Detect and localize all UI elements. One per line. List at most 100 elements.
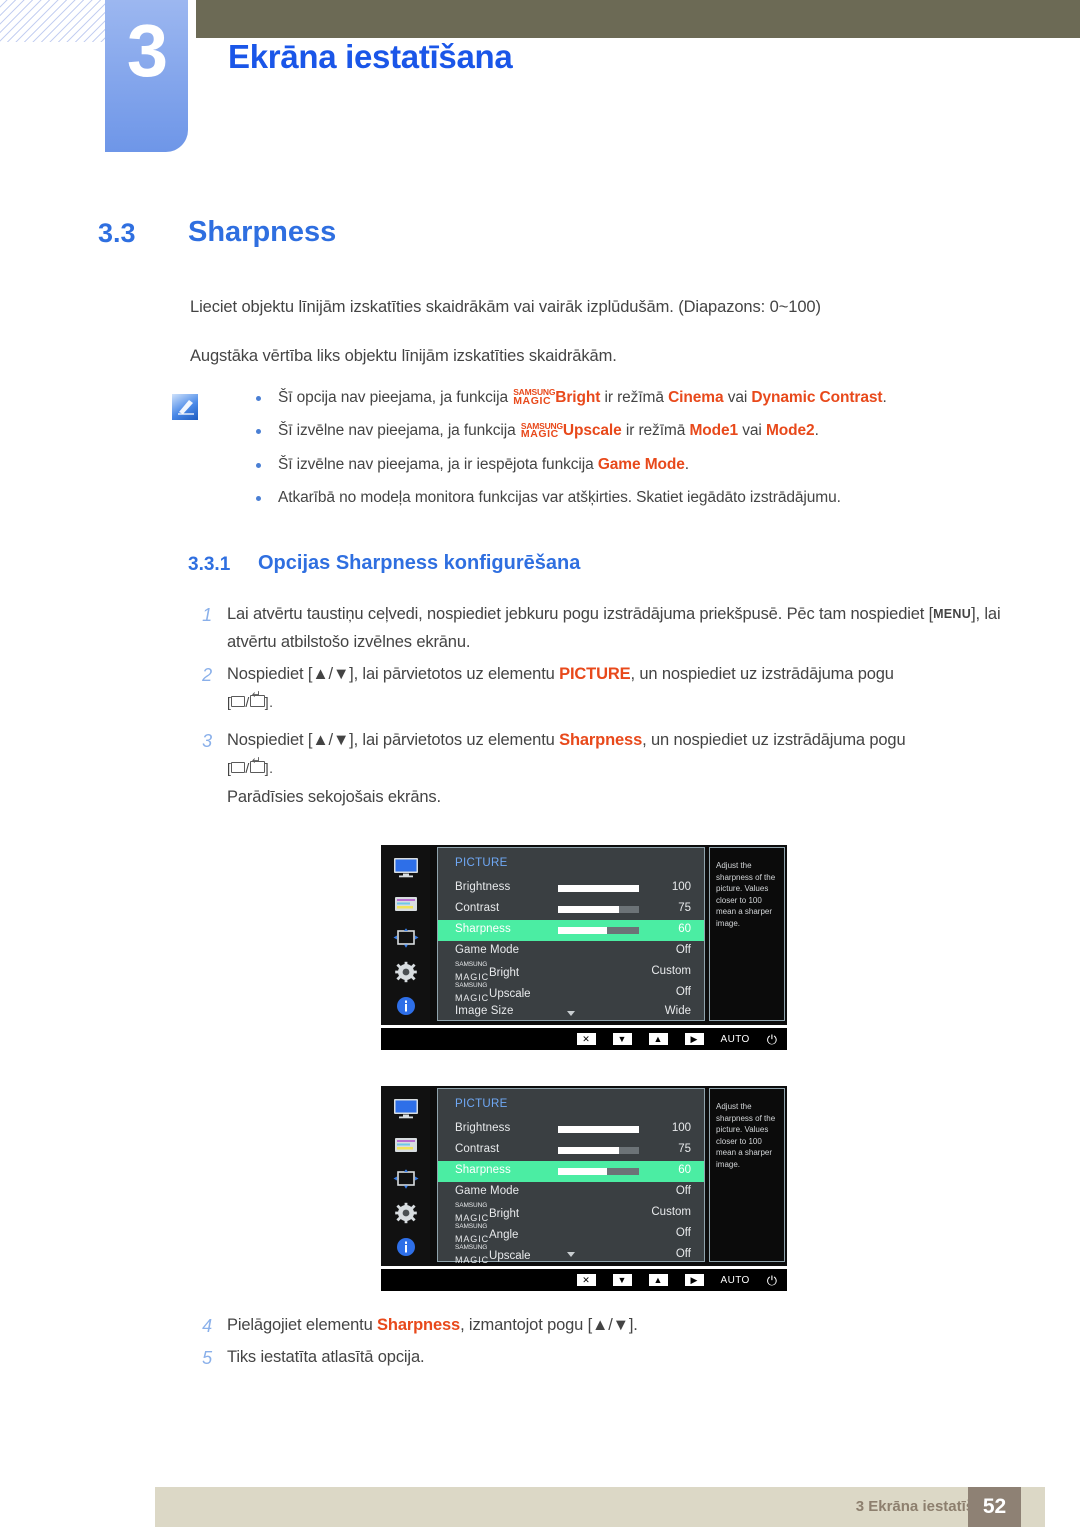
- samsung-magic-logo: SAMSUNG MAGICUpscale: [455, 1244, 531, 1266]
- down-arrow-icon[interactable]: ▼: [612, 1033, 632, 1045]
- osd-row-value: 75: [678, 1143, 691, 1155]
- step-text-b: , izmantojot pogu [▲/▼].: [460, 1316, 638, 1334]
- keyword-mode1: Mode1: [689, 422, 739, 440]
- keyword-mode2: Mode2: [765, 422, 815, 440]
- osd-slider[interactable]: [558, 927, 639, 934]
- subsection-title: Opcijas Sharpness konfigurēšana: [258, 552, 581, 574]
- down-arrow-icon[interactable]: ▼: [612, 1274, 632, 1286]
- step-text-a: Lai atvērtu taustiņu ceļvedi, nospiediet…: [227, 605, 934, 623]
- step-number: 5: [202, 1348, 212, 1368]
- keyword-picture: PICTURE: [559, 665, 631, 683]
- magic-bottom: MAGIC: [520, 428, 559, 441]
- osd-row-value: 60: [678, 1164, 691, 1176]
- osd-row-value: Off: [675, 1227, 691, 1239]
- right-arrow-icon[interactable]: ▶: [684, 1274, 704, 1286]
- chapter-number-badge: 3: [105, 0, 188, 152]
- osd-row-value: 100: [671, 881, 691, 893]
- keyword-dynamic-contrast: Dynamic Contrast: [751, 389, 883, 406]
- osd-row-label: Game Mode: [455, 1185, 520, 1197]
- up-arrow-icon[interactable]: ▲: [648, 1033, 668, 1045]
- osd-row-value: Off: [675, 986, 691, 998]
- close-icon[interactable]: ✕: [576, 1274, 596, 1286]
- osd-row-value: 60: [678, 923, 691, 935]
- osd-row-magicangle[interactable]: SAMSUNG MAGICAngle Off: [438, 1223, 704, 1245]
- monitor-icon[interactable]: [392, 857, 420, 879]
- gear-icon[interactable]: [392, 961, 420, 983]
- osd-body: PICTURE Brightness 100 Contrast 75 Sharp…: [381, 845, 787, 1025]
- information-icon[interactable]: [392, 1236, 420, 1258]
- osd-row-label: Sharpness: [455, 1164, 511, 1176]
- osd-row-label: Upscale: [489, 1249, 531, 1262]
- list-item: Šī izvēlne nav pieejama, ja funkcija SAM…: [250, 421, 1050, 440]
- osd-row-label: Brightness: [455, 1122, 511, 1134]
- osd-menu-title: PICTURE: [455, 857, 508, 869]
- monitor-icon[interactable]: [392, 1098, 420, 1120]
- magic-top: SAMSUNG: [455, 1244, 488, 1251]
- osd-sidebar: [381, 845, 430, 1025]
- osd-slider[interactable]: [558, 885, 639, 892]
- chapter-title: Ekrāna iestatīšana: [228, 38, 513, 75]
- bullet-text-mid: ir režīmā: [621, 422, 690, 440]
- bullet-text-post: .: [882, 389, 887, 406]
- osd-key-guide-bar: ✕ ▼ ▲ ▶ AUTO ⏻: [381, 1028, 787, 1050]
- up-arrow-icon[interactable]: ▲: [648, 1274, 668, 1286]
- osd-row-brightness[interactable]: Brightness 100: [438, 878, 704, 899]
- osd-row-label: Upscale: [489, 987, 531, 1000]
- bullet-text-post: .: [684, 455, 689, 473]
- osd-menu-icon[interactable]: [392, 1134, 420, 1156]
- power-icon[interactable]: ⏻: [767, 1033, 777, 1046]
- osd-row-magicbright[interactable]: SAMSUNG MAGICBright Custom: [438, 961, 704, 983]
- gear-icon[interactable]: [392, 1202, 420, 1224]
- step-1: 1 Lai atvērtu taustiņu ceļvedi, nospiedi…: [190, 600, 1020, 657]
- information-icon[interactable]: [392, 995, 420, 1017]
- osd-slider[interactable]: [558, 1168, 639, 1175]
- osd-row-game-mode[interactable]: Game Mode Off: [438, 941, 704, 962]
- list-item: Šī izvēlne nav pieejama, ja ir iespējota…: [250, 455, 1050, 474]
- osd-slider[interactable]: [558, 906, 639, 913]
- source-box-icon: [231, 696, 246, 708]
- step-text: Nospiediet [▲/▼], lai pārvietotos uz ele…: [227, 726, 1020, 783]
- osd-menu-icon[interactable]: [392, 893, 420, 915]
- screen-adjust-icon[interactable]: [392, 927, 420, 949]
- osd-row-sharpness[interactable]: Sharpness 60: [438, 1161, 704, 1182]
- osd-row-magicbright[interactable]: SAMSUNG MAGICBright Custom: [438, 1202, 704, 1224]
- screen-adjust-icon[interactable]: [392, 1168, 420, 1190]
- auto-button[interactable]: AUTO: [721, 1275, 750, 1286]
- osd-row-label: Game Mode: [455, 944, 520, 956]
- subsection-number: 3.3.1: [188, 554, 231, 575]
- source-box-icon: [231, 762, 246, 774]
- osd-slider[interactable]: [558, 1147, 639, 1154]
- close-icon[interactable]: ✕: [576, 1033, 596, 1045]
- scroll-down-caret-icon[interactable]: [567, 1252, 575, 1257]
- osd-row-label: Angle: [489, 1228, 519, 1241]
- bullet-text-pre: Šī opcija nav pieejama, ja funkcija: [278, 389, 513, 406]
- scroll-down-caret-icon[interactable]: [567, 1011, 575, 1016]
- osd-row-contrast[interactable]: Contrast 75: [438, 899, 704, 920]
- menu-key-label: MENU: [933, 607, 972, 621]
- osd-menu-panel: PICTURE Brightness 100 Contrast 75 Sharp…: [437, 847, 705, 1021]
- enter-icon: [249, 756, 265, 774]
- osd-slider[interactable]: [558, 1126, 639, 1133]
- auto-button[interactable]: AUTO: [721, 1034, 750, 1045]
- osd-row-magicupscale[interactable]: SAMSUNG MAGICUpscale Off: [438, 982, 704, 1004]
- osd-screenshot-1: PICTURE Brightness 100 Contrast 75 Sharp…: [381, 845, 787, 1050]
- osd-help-panel: Adjust the sharpness of the picture. Val…: [709, 847, 785, 1021]
- osd-row-sharpness[interactable]: Sharpness 60: [438, 920, 704, 941]
- magic-bottom: MAGIC: [455, 972, 490, 983]
- step-3: 3 Nospiediet [▲/▼], lai pārvietotos uz e…: [190, 726, 1020, 783]
- step-number: 1: [202, 605, 212, 625]
- osd-row-label: Bright: [489, 1207, 520, 1220]
- keyword-cinema: Cinema: [668, 389, 724, 406]
- bullet-text-between: vai: [723, 389, 752, 406]
- bullet-text-pre: Šī izvēlne nav pieejama, ja funkcija: [278, 422, 520, 440]
- osd-row-contrast[interactable]: Contrast 75: [438, 1140, 704, 1161]
- step-text: Pielāgojiet elementu Sharpness, izmantoj…: [227, 1316, 990, 1335]
- osd-row-brightness[interactable]: Brightness 100: [438, 1119, 704, 1140]
- right-arrow-icon[interactable]: ▶: [684, 1033, 704, 1045]
- power-icon[interactable]: ⏻: [767, 1274, 777, 1287]
- step-number: 4: [202, 1316, 212, 1336]
- osd-row-value: 75: [678, 902, 691, 914]
- osd-row-game-mode[interactable]: Game Mode Off: [438, 1182, 704, 1203]
- bullet-text-pre: Šī izvēlne nav pieejama, ja ir iespējota…: [278, 455, 598, 473]
- enter-key-glyphs: [/].: [227, 690, 274, 710]
